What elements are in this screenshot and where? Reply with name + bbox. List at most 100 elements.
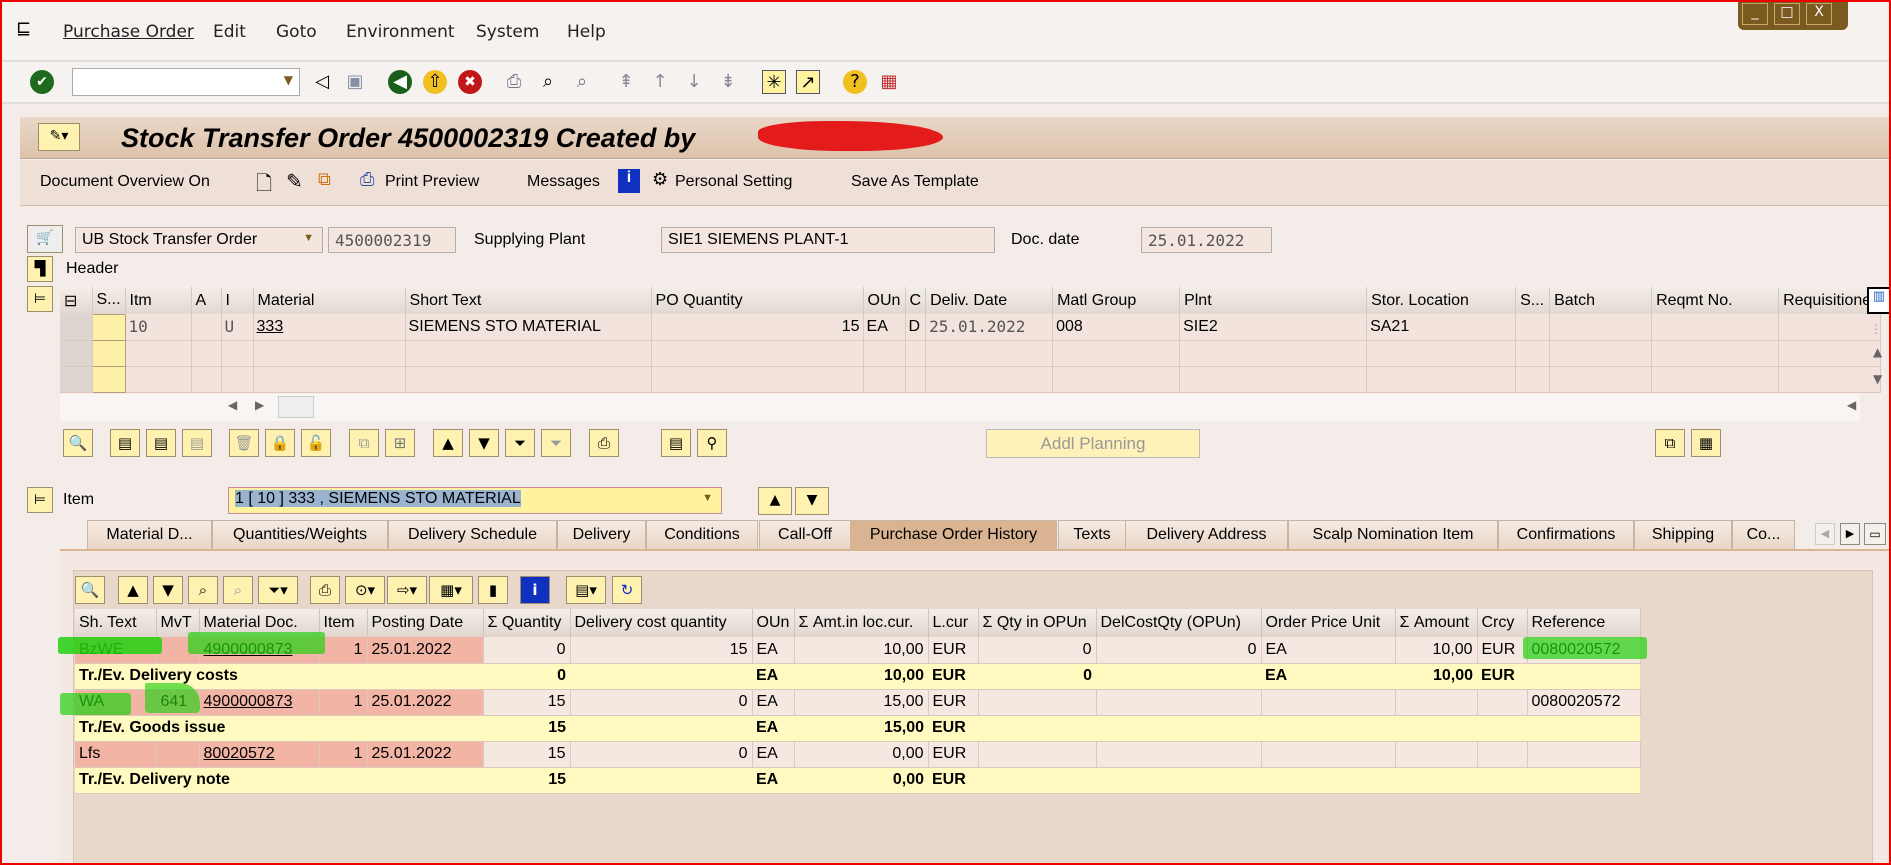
collapse-item-detail-icon[interactable]: ⊨ xyxy=(27,487,53,513)
status-cell[interactable] xyxy=(91,339,126,367)
exit-icon[interactable]: ⇧ xyxy=(423,70,447,94)
table-cell[interactable] xyxy=(405,366,652,393)
scroll-down-icon[interactable]: ▼ xyxy=(1873,372,1882,386)
history-cell[interactable]: 80020572 xyxy=(199,741,320,768)
item-selector-dropdown[interactable]: 1 [ 10 ] 333 , SIEMENS STO MATERIAL ▼ xyxy=(228,487,722,514)
table-cell[interactable]: 008 xyxy=(1052,314,1181,341)
save-as-template-button[interactable]: Save As Template xyxy=(851,173,979,191)
graphic-icon[interactable]: ▮ xyxy=(478,576,508,604)
tab-delivery-schedule[interactable]: Delivery Schedule xyxy=(388,520,557,549)
refresh-icon[interactable]: ↻ xyxy=(612,576,642,604)
split-icon[interactable]: ⊞ xyxy=(385,429,415,457)
supplying-plant-field[interactable]: SIE1 SIEMENS PLANT-1 xyxy=(661,227,995,253)
tab-scalp-nomination-item[interactable]: Scalp Nomination Item xyxy=(1288,520,1498,549)
expand-header-icon[interactable]: ▜ xyxy=(27,256,53,282)
table-cell[interactable] xyxy=(1179,366,1368,393)
tab-list-icon[interactable]: ▭ xyxy=(1864,523,1886,545)
table-cell[interactable] xyxy=(221,366,254,393)
print-preview-icon[interactable]: ⎙ xyxy=(310,576,340,604)
deselect-all-icon[interactable]: ▤ xyxy=(182,429,212,457)
command-field[interactable]: ▼ xyxy=(72,68,300,96)
column-header[interactable]: L.cur xyxy=(928,609,979,637)
tab-call-off[interactable]: Call-Off xyxy=(759,520,851,549)
find-icon[interactable]: ⌕ xyxy=(536,70,560,94)
info-icon[interactable]: i xyxy=(618,169,640,193)
layout-icon[interactable]: ▦▾ xyxy=(429,576,473,604)
table-cell[interactable] xyxy=(1515,340,1551,367)
column-header[interactable]: Reference xyxy=(1527,609,1641,637)
document-grid-icon[interactable]: ▦ xyxy=(1691,429,1721,457)
save-icon[interactable]: ▣ xyxy=(343,70,367,94)
column-header[interactable]: Stor. Location xyxy=(1366,287,1517,314)
first-page-icon[interactable]: ⇞ xyxy=(614,70,638,94)
scroll-left-icon[interactable]: ◀ xyxy=(228,398,237,412)
tab-confirmations[interactable]: Confirmations xyxy=(1498,520,1634,549)
scroll-thumb[interactable] xyxy=(278,396,314,418)
back-arrow-icon[interactable]: ◁ xyxy=(310,70,334,94)
find-icon[interactable]: ⌕ xyxy=(188,576,218,604)
menu-environment[interactable]: Environment xyxy=(346,22,455,42)
table-cell[interactable]: EA xyxy=(863,314,906,341)
lock-icon[interactable]: 🔒 xyxy=(265,429,295,457)
info-icon[interactable]: i xyxy=(520,576,550,604)
column-header[interactable]: Σ Qty in OPUn xyxy=(978,609,1097,637)
table-cell[interactable] xyxy=(1515,366,1551,393)
table-cell[interactable] xyxy=(191,340,222,367)
services-for-object-icon[interactable]: ✎▾ xyxy=(38,123,80,151)
column-header[interactable]: Itm xyxy=(125,287,192,314)
menu-icon[interactable]: ⊑ xyxy=(16,18,31,39)
tab-material-d[interactable]: Material D... xyxy=(87,520,212,549)
close-button[interactable]: X xyxy=(1806,3,1832,25)
table-cell[interactable]: SIEMENS STO MATERIAL xyxy=(405,314,652,341)
messages-button[interactable]: Messages xyxy=(527,173,600,191)
table-cell[interactable]: 15 xyxy=(651,314,864,341)
table-cell[interactable] xyxy=(405,340,652,367)
table-cell[interactable]: 333 xyxy=(253,314,406,341)
row-selector[interactable] xyxy=(60,366,93,393)
print-icon[interactable]: ⎙ xyxy=(589,429,619,457)
status-cell[interactable] xyxy=(91,313,126,341)
table-cell[interactable] xyxy=(925,366,1054,393)
new-session-icon[interactable]: ✳ xyxy=(762,70,786,94)
addl-planning-button[interactable]: Addl Planning xyxy=(986,429,1200,458)
table-cell[interactable] xyxy=(1778,314,1882,341)
horizontal-scrollbar[interactable]: ◀ ▶ ◀ xyxy=(60,394,1860,421)
column-header[interactable]: OUn xyxy=(863,287,906,314)
other-document-icon[interactable]: ⧉ xyxy=(318,169,331,190)
column-header[interactable]: Reqmt No. xyxy=(1651,287,1780,314)
column-header[interactable]: DelCostQty (OPUn) xyxy=(1096,609,1262,637)
layout-icon[interactable]: ▤ xyxy=(661,429,691,457)
last-page-icon[interactable]: ⇟ xyxy=(716,70,740,94)
table-cell[interactable] xyxy=(1179,340,1368,367)
menu-system[interactable]: System xyxy=(476,22,539,42)
table-cell[interactable] xyxy=(1549,314,1653,341)
tab-delivery[interactable]: Delivery xyxy=(557,520,646,549)
column-header[interactable]: S... xyxy=(92,287,126,314)
tab-shipping[interactable]: Shipping xyxy=(1634,520,1732,549)
table-cell[interactable]: U xyxy=(221,314,254,341)
table-cell[interactable]: SA21 xyxy=(1366,314,1517,341)
table-cell[interactable] xyxy=(1549,340,1653,367)
table-cell[interactable]: SIE2 xyxy=(1179,314,1368,341)
sort-ascending-icon[interactable]: ▲ xyxy=(118,576,148,604)
next-page-icon[interactable]: ↓ xyxy=(682,70,706,94)
column-header[interactable]: Matl Group xyxy=(1052,287,1181,314)
tab-scroll-right-icon[interactable]: ▶ xyxy=(1840,523,1860,545)
table-cell[interactable] xyxy=(651,366,864,393)
details-icon[interactable]: 🔍 xyxy=(75,576,105,604)
table-cell[interactable] xyxy=(1651,366,1780,393)
table-cell[interactable]: 25.01.2022 xyxy=(925,314,1054,341)
delete-icon[interactable]: 🗑 xyxy=(229,429,259,457)
column-header[interactable]: Deliv. Date xyxy=(925,287,1054,314)
tab-co[interactable]: Co... xyxy=(1732,520,1795,549)
layout-menu-icon[interactable]: ▦ xyxy=(877,70,901,94)
copy-icon[interactable]: ⧉ xyxy=(349,429,379,457)
sort-descending-icon[interactable]: ▼ xyxy=(153,576,183,604)
column-header[interactable]: Σ Amt.in loc.cur. xyxy=(794,609,929,637)
select-block-icon[interactable]: ▤ xyxy=(146,429,176,457)
column-header[interactable]: S... xyxy=(1515,287,1551,314)
column-header[interactable]: Delivery cost quantity xyxy=(570,609,753,637)
table-cell[interactable] xyxy=(1651,340,1780,367)
column-header[interactable]: A xyxy=(191,287,222,314)
table-cell[interactable] xyxy=(905,340,927,367)
